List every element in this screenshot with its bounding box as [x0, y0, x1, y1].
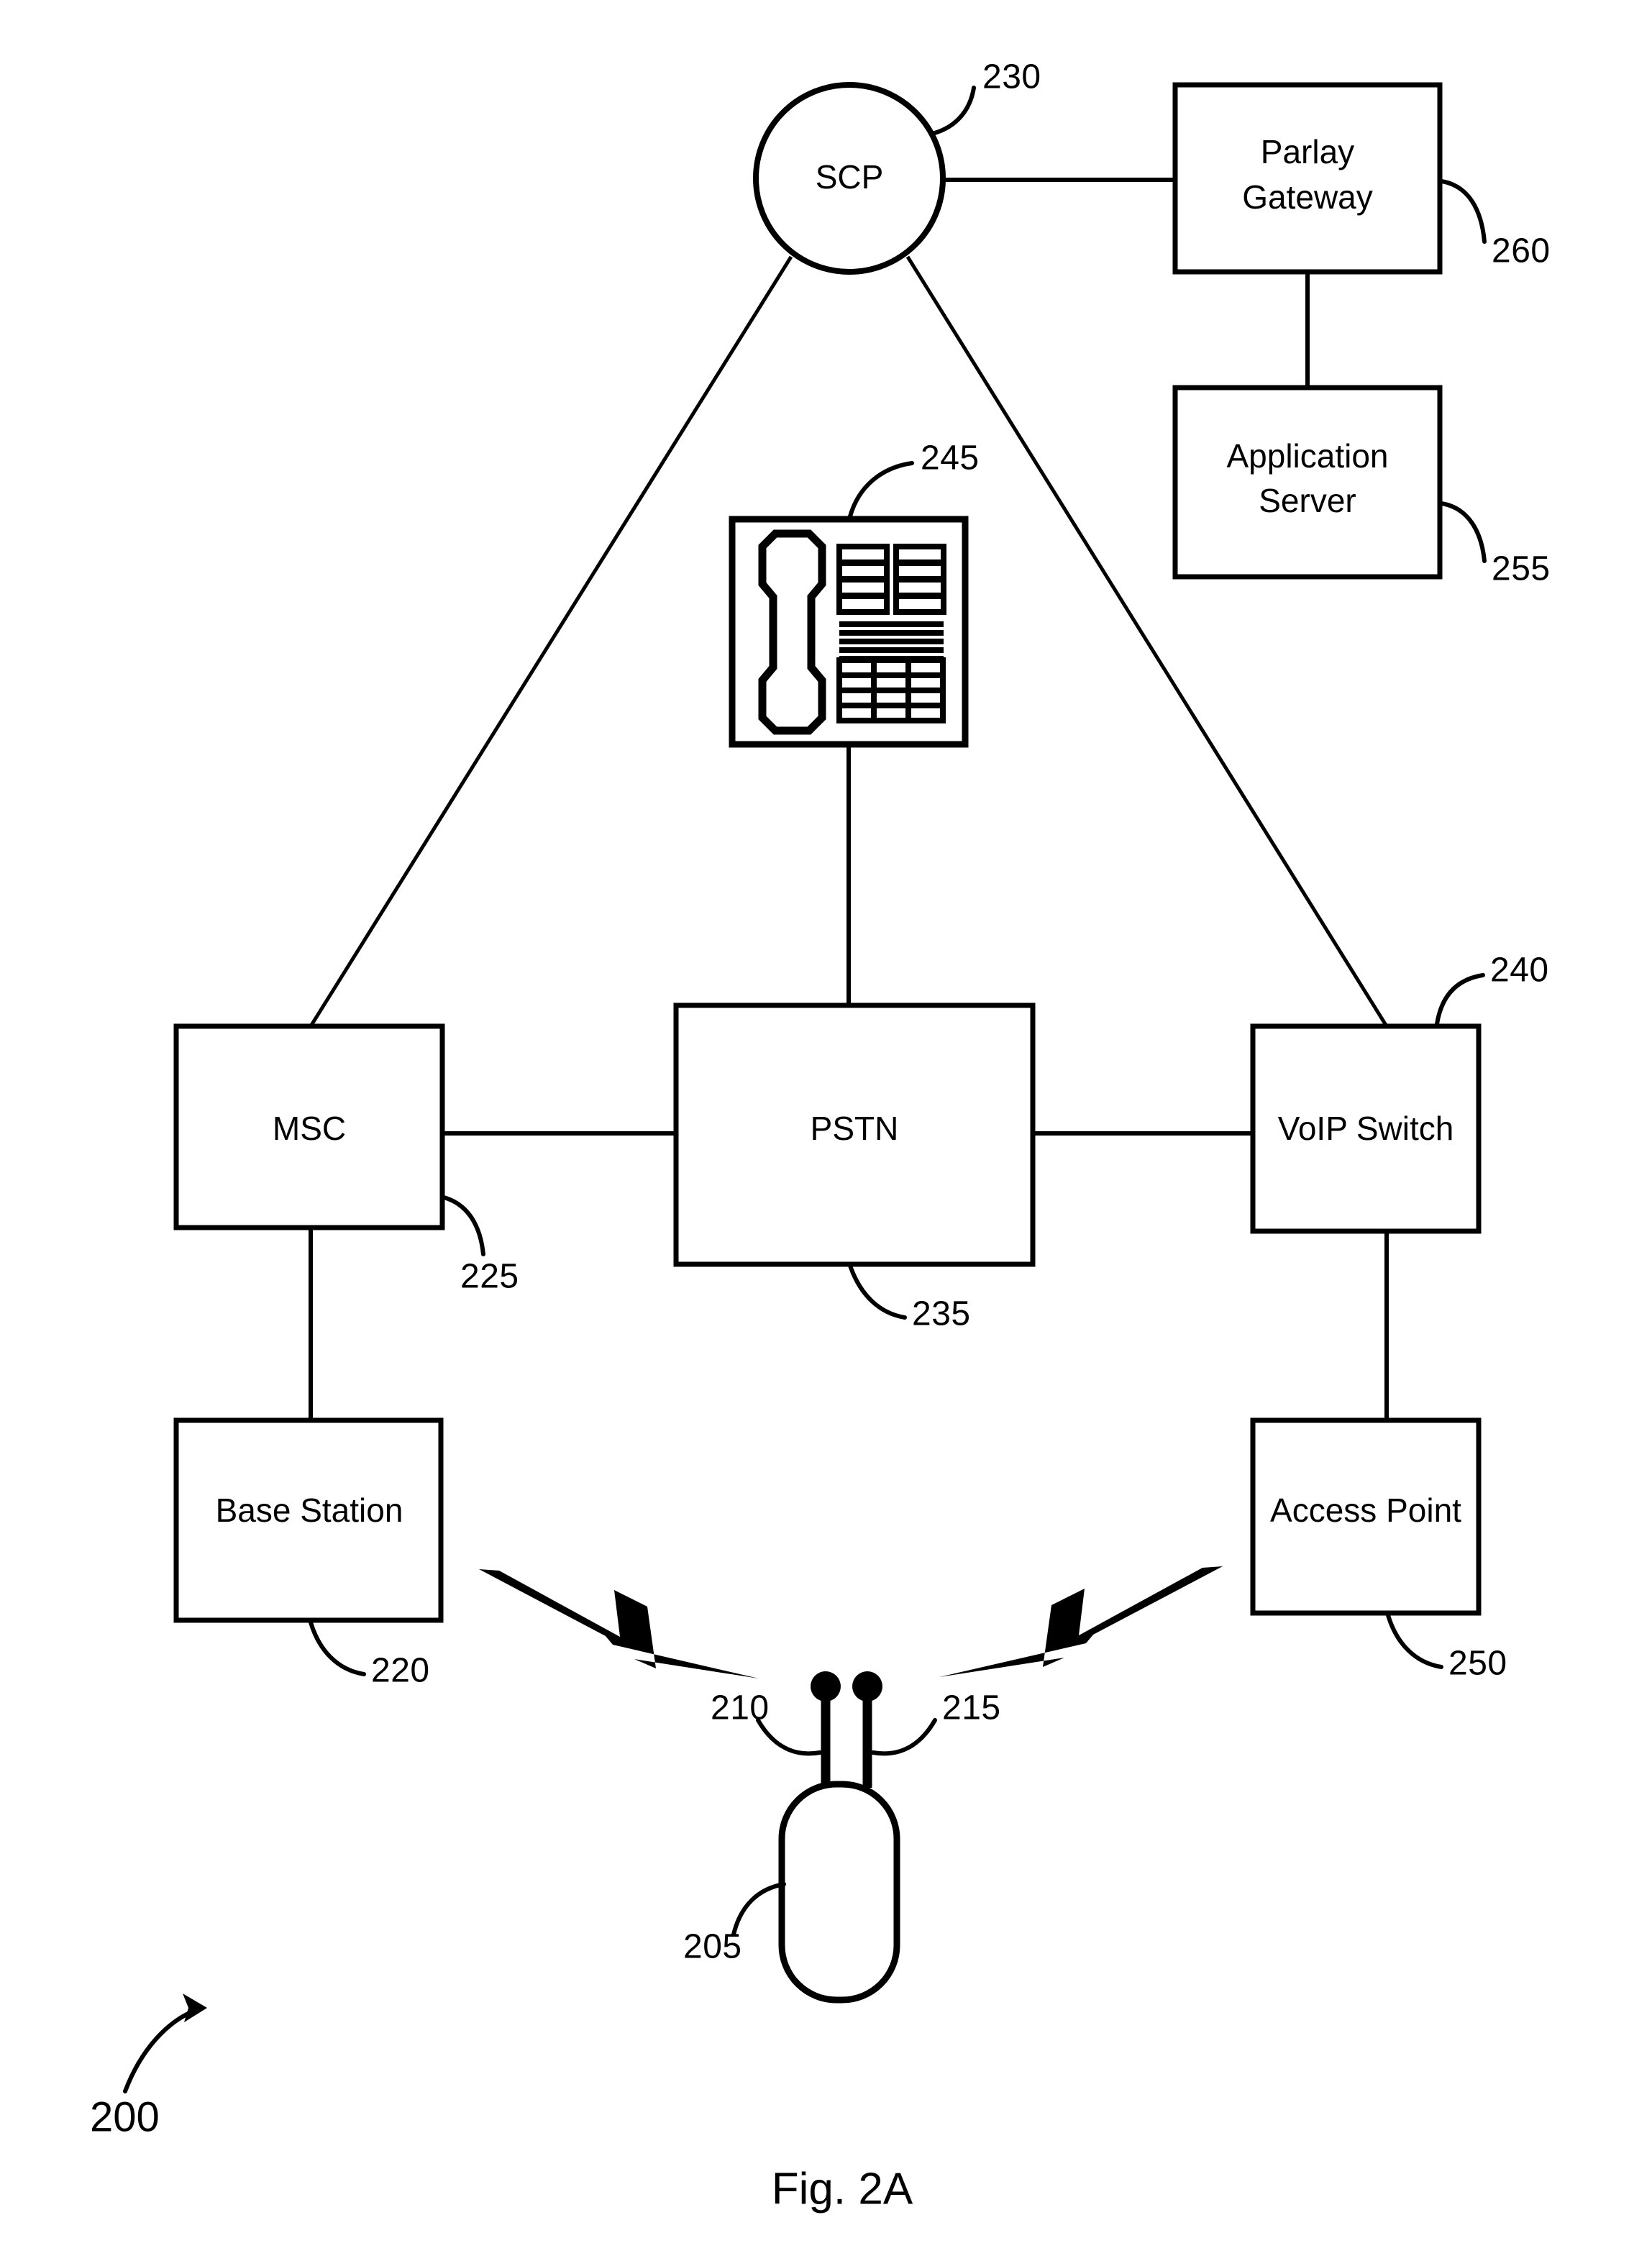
node-pstn[interactable]: PSTN: [673, 1002, 1036, 1267]
base-station-label: Base Station: [216, 1492, 403, 1529]
node-parlay-gateway[interactable]: Parlay Gateway: [1172, 82, 1443, 275]
ref-225-group: 225: [442, 1195, 519, 1296]
node-application-server[interactable]: Application Server: [1172, 385, 1443, 580]
node-scp[interactable]: SCP: [753, 82, 946, 275]
ref-260-group: 260: [1439, 179, 1551, 270]
network-architecture-diagram: SCP 230 Parlay Gateway 260 Application S…: [90, 58, 1551, 2214]
ref-200-arrow-shaft: [123, 2009, 196, 2093]
node-mobile-device[interactable]: [778, 1671, 900, 2004]
link-scp-msc: [309, 255, 793, 1028]
ref-205-label: 205: [683, 1928, 742, 1966]
antenna-left-tip: [811, 1671, 841, 1702]
ref-260-label: 260: [1492, 232, 1551, 270]
voip-switch-label: VoIP Switch: [1278, 1110, 1454, 1147]
antenna-right-tip: [852, 1671, 882, 1702]
ref-215-label: 215: [942, 1689, 1001, 1727]
ref-255-leader: [1439, 501, 1487, 563]
ref-255-label: 255: [1492, 550, 1551, 588]
ref-220-leader: [309, 1620, 366, 1676]
wireless-bolt-left-icon: [479, 1569, 759, 1678]
desk-phone-handset-icon: [758, 529, 826, 735]
msc-label: MSC: [273, 1110, 346, 1147]
link-scp-voip-switch: [905, 255, 1389, 1028]
ref-240-leader: [1435, 973, 1485, 1026]
ref-215-leader: [871, 1718, 937, 1756]
ref-255-group: 255: [1439, 501, 1551, 588]
ref-210-label: 210: [711, 1689, 770, 1727]
node-voip-switch[interactable]: VoIP Switch: [1250, 1023, 1482, 1234]
ref-250-leader: [1386, 1613, 1443, 1669]
node-desk-phone[interactable]: [729, 516, 969, 748]
ref-225-leader: [442, 1195, 485, 1256]
node-base-station[interactable]: Base Station: [173, 1417, 444, 1623]
ref-230-label: 230: [982, 58, 1041, 96]
ref-235-label: 235: [912, 1295, 971, 1333]
desk-phone-feature-keys-right: [893, 544, 946, 615]
node-access-point[interactable]: Access Point: [1250, 1417, 1482, 1616]
ref-250-group: 250: [1386, 1613, 1507, 1683]
ref-220-label: 220: [371, 1652, 430, 1690]
ref-245-leader: [848, 461, 914, 519]
ref-205-leader: [731, 1882, 786, 1937]
ref-245-label: 245: [921, 439, 980, 478]
ref-240-label: 240: [1490, 951, 1549, 990]
desk-phone-keypad: [836, 657, 946, 723]
application-server-label-line1: Application: [1226, 437, 1388, 475]
parlay-gateway-label-line1: Parlay: [1261, 133, 1354, 170]
ref-230-group: 230: [930, 58, 1041, 136]
pstn-label: PSTN: [811, 1110, 899, 1147]
ref-225-label: 225: [460, 1258, 519, 1296]
patent-figure-2a: SCP 230 Parlay Gateway 260 Application S…: [0, 0, 1652, 2261]
ref-200-group: 200: [90, 1993, 207, 2140]
application-server-label-line2: Server: [1259, 482, 1356, 519]
parlay-gateway-label-line2: Gateway: [1242, 178, 1373, 216]
ref-250-label: 250: [1448, 1645, 1507, 1683]
figure-caption: Fig. 2A: [772, 2164, 913, 2214]
desk-phone-feature-keys-left: [836, 544, 890, 615]
ref-215-group: 215: [871, 1689, 1001, 1756]
access-point-label: Access Point: [1270, 1492, 1461, 1529]
ref-230-leader: [930, 86, 976, 136]
ref-205-group: 205: [683, 1882, 786, 1966]
node-msc[interactable]: MSC: [173, 1023, 445, 1230]
mobile-device-body: [778, 1781, 900, 2004]
ref-220-group: 220: [309, 1620, 430, 1690]
ref-260-leader: [1439, 179, 1487, 244]
ref-235-group: 235: [848, 1264, 971, 1333]
ref-240-group: 240: [1435, 951, 1549, 1026]
ref-200-arrow-head: [183, 1993, 207, 2022]
ref-210-group: 210: [711, 1689, 822, 1756]
ref-200-label: 200: [90, 2093, 160, 2140]
wireless-bolt-right-icon: [939, 1566, 1223, 1677]
ref-245-group: 245: [848, 439, 980, 519]
scp-label: SCP: [816, 158, 884, 196]
ref-235-leader: [848, 1264, 907, 1320]
